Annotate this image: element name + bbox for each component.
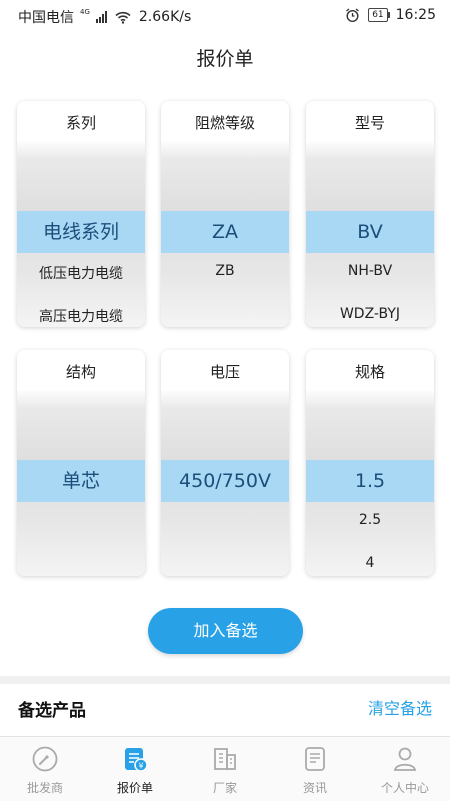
flame-retardant-grade-picker[interactable]: 阻燃等级 ZA ZB bbox=[161, 101, 289, 327]
picker-label: 型号 bbox=[306, 101, 434, 141]
model-picker[interactable]: 型号 BV NH-BV WDZ-BYJ bbox=[306, 101, 434, 327]
network-type: 4G bbox=[80, 8, 90, 16]
picker-label: 规格 bbox=[306, 350, 434, 390]
picker-option[interactable]: WDZ-BYJ bbox=[306, 306, 434, 322]
tab-wholesaler[interactable]: 批发商 bbox=[0, 737, 90, 801]
network-speed: 2.66K/s bbox=[138, 9, 192, 25]
selected-products-title: 备选产品 bbox=[18, 701, 86, 721]
alarm-icon bbox=[346, 7, 360, 22]
battery-icon: 61 bbox=[368, 8, 391, 22]
voltage-picker[interactable]: 电压 450/750V bbox=[161, 350, 289, 576]
page-title: 报价单 bbox=[196, 48, 254, 70]
picker-option[interactable]: ZB bbox=[161, 263, 289, 279]
quote-document-icon: ¥ bbox=[125, 748, 148, 772]
dial-icon bbox=[32, 746, 58, 772]
wifi-icon bbox=[115, 11, 131, 24]
building-icon bbox=[214, 748, 236, 770]
tab-label: 资讯 bbox=[302, 781, 327, 795]
picker-option[interactable]: 2.5 bbox=[306, 512, 434, 528]
picker-selected-option[interactable]: 单芯 bbox=[17, 460, 145, 502]
specification-picker[interactable]: 规格 1.5 2.5 4 bbox=[306, 350, 434, 576]
picker-selected-option[interactable]: 450/750V bbox=[161, 460, 289, 502]
structure-picker[interactable]: 结构 单芯 bbox=[17, 350, 145, 576]
tab-label: 报价单 bbox=[116, 781, 153, 795]
tab-news[interactable]: 资讯 bbox=[270, 737, 360, 801]
tab-label: 厂家 bbox=[212, 781, 237, 795]
carrier-name: 中国电信 bbox=[18, 10, 74, 26]
tab-label: 个人中心 bbox=[380, 781, 429, 795]
picker-label: 系列 bbox=[17, 101, 145, 141]
news-icon bbox=[305, 747, 325, 771]
picker-selected-option[interactable]: 电线系列 bbox=[17, 211, 145, 253]
clear-selection-button[interactable]: 清空备选 bbox=[368, 695, 432, 719]
tab-profile[interactable]: 个人中心 bbox=[360, 737, 450, 801]
picker-selected-option[interactable]: 1.5 bbox=[306, 460, 434, 502]
add-to-selection-button[interactable]: 加入备选 bbox=[148, 608, 303, 654]
bottom-tab-bar: 批发商 ¥ 报价单 厂家 资讯 个人中心 bbox=[0, 736, 450, 801]
picker-selected-option[interactable]: ZA bbox=[161, 211, 289, 253]
picker-label: 电压 bbox=[161, 350, 289, 390]
status-bar: 中国电信 4G 2.66K/s 61 16:25 bbox=[0, 0, 450, 32]
section-divider bbox=[0, 676, 450, 684]
svg-text:¥: ¥ bbox=[138, 762, 143, 771]
tab-manufacturer[interactable]: 厂家 bbox=[180, 737, 270, 801]
picker-option[interactable]: 4 bbox=[306, 555, 434, 571]
clock: 16:25 bbox=[395, 7, 436, 23]
picker-option[interactable]: NH-BV bbox=[306, 263, 434, 279]
picker-option[interactable]: 高压电力电缆 bbox=[17, 306, 145, 326]
tab-label: 批发商 bbox=[26, 781, 63, 795]
picker-label: 结构 bbox=[17, 350, 145, 390]
series-picker[interactable]: 系列 电线系列 低压电力电缆 高压电力电缆 bbox=[17, 101, 145, 327]
picker-option[interactable]: 低压电力电缆 bbox=[17, 263, 145, 283]
tab-quote[interactable]: ¥ 报价单 bbox=[90, 737, 180, 801]
signal-icon bbox=[95, 11, 107, 23]
picker-label: 阻燃等级 bbox=[161, 101, 289, 141]
user-icon bbox=[393, 747, 417, 771]
picker-selected-option[interactable]: BV bbox=[306, 211, 434, 253]
